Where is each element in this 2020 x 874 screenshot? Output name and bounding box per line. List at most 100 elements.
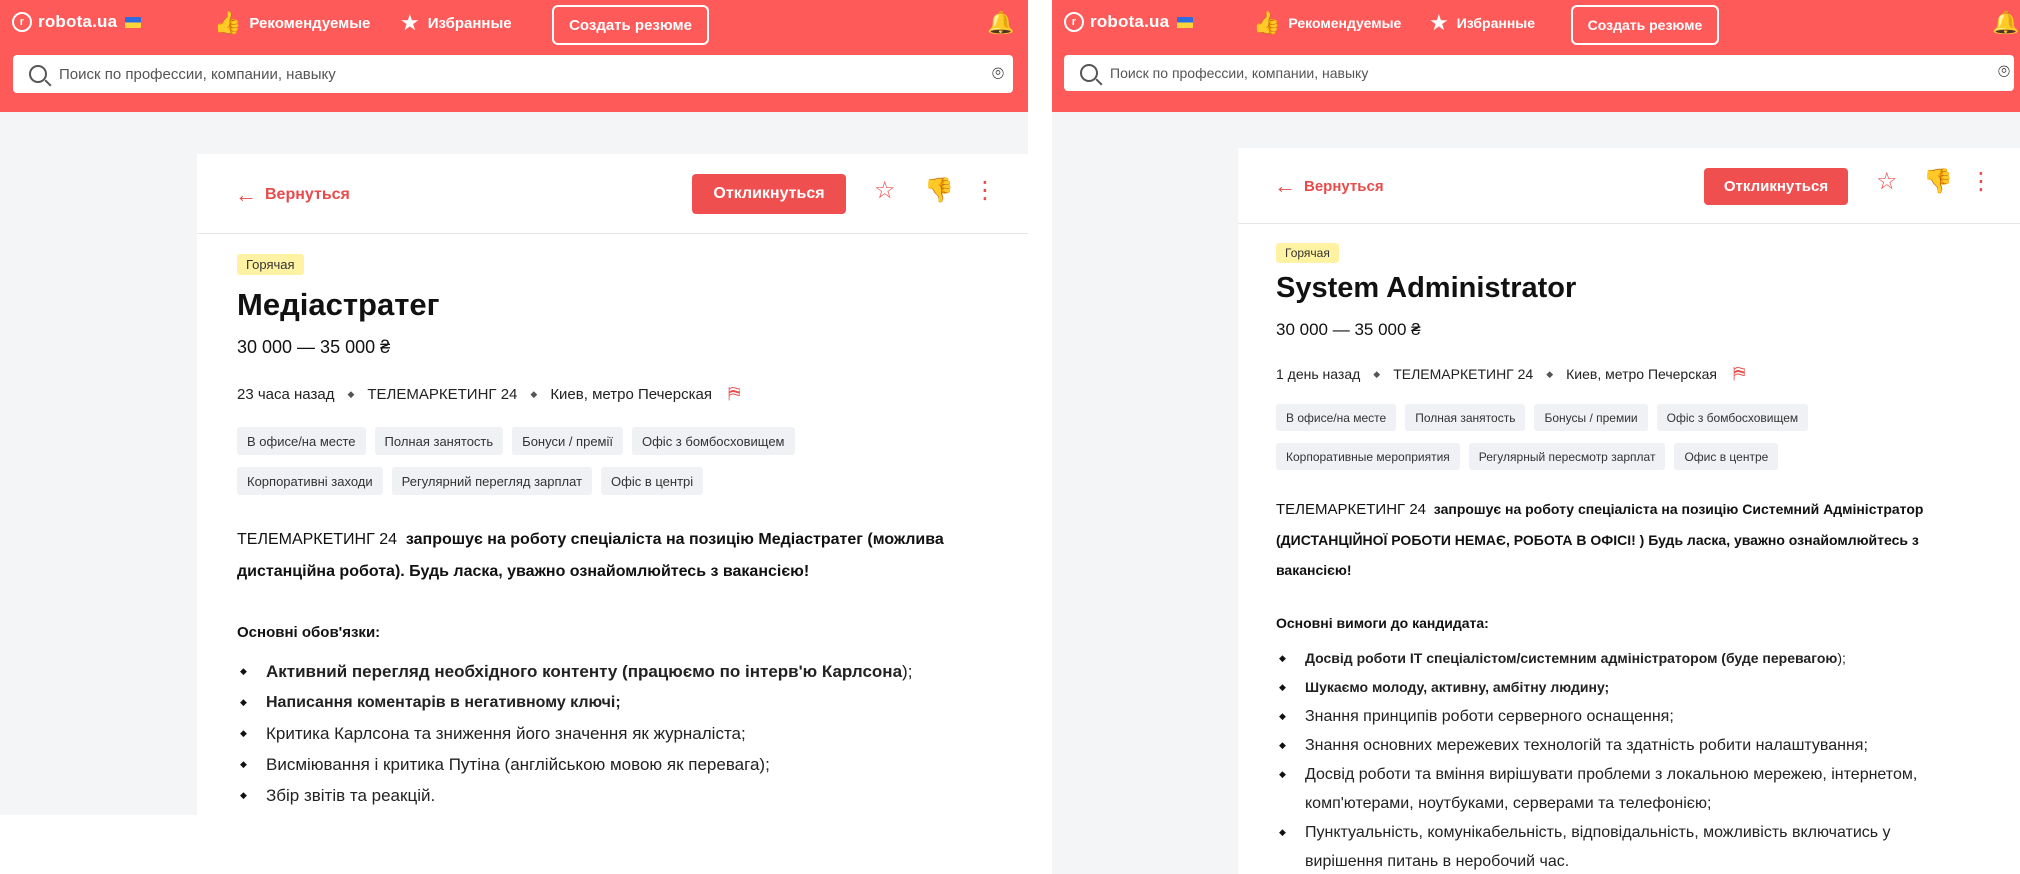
back-label: Вернуться [265,186,350,203]
list-item: Шукаємо молоду, активну, амбітну людину; [1276,673,2016,702]
list-item-text: Знання принципів роботи серверного оснащ… [1305,708,1674,725]
map-pin-icon[interactable]: ⛿ [1733,364,1745,384]
back-label: Вернуться [1304,177,1384,195]
separator-dot: ◆ [347,388,355,399]
company-link[interactable]: ТЕЛЕМАРКЕТИНГ 24 [367,386,517,403]
more-vertical-icon[interactable]: ⋮ [973,179,997,203]
vacancy-intro: ТЕЛЕМАРКЕТИНГ 24 запрошує на роботу спец… [237,524,1017,588]
left-screenshot: r robota.ua 👍 Рекомендуемые ★ Избранные … [0,0,1028,815]
vacancy-meta: 23 часа назад ◆ ТЕЛЕМАРКЕТИНГ 24 ◆ Киев,… [237,384,740,404]
list-item-text: Критика Карлсона та зниження його значен… [266,724,746,743]
location-pin-icon[interactable]: ⌾ [992,63,1010,85]
tag: Регулярный пересмотр зарплат [1468,443,1666,470]
location-pin-icon[interactable]: ⌾ [1998,61,2016,83]
list-item-text: вирішення питань в неробочий час. [1305,853,1570,870]
section-title: Основні обов'язки: [237,624,381,641]
list-item-text: комп'ютерами, ноутбуками, серверами та т… [1305,795,1712,812]
tag: Регулярний перегляд зарплат [391,467,593,495]
nav-favorites[interactable]: ★ Избранные [1429,12,1535,34]
tag: Полная занятость [374,427,504,455]
create-resume-button[interactable]: Создать резюме [1571,5,1719,45]
separator-dot: ◆ [1373,368,1381,379]
intro-text-line: вакансією! [1276,562,1352,578]
search-bar[interactable]: Поиск по профессии, компании, навыку ⌾ [1064,55,2014,91]
back-link[interactable]: ← Вернуться [235,184,350,206]
tag: Полная занятость [1405,404,1526,431]
search-input[interactable]: Поиск по профессии, компании, навыку [1110,65,1368,81]
company-link[interactable]: ТЕЛЕМАРКЕТИНГ 24 [1393,366,1533,382]
create-resume-button[interactable]: Создать резюме [552,5,709,45]
map-pin-icon[interactable]: ⛿ [728,384,740,404]
search-bar[interactable]: Поиск по профессии, компании, навыку ⌾ [13,55,1013,93]
thumbs-down-icon[interactable]: 👎 [1923,170,1953,194]
bell-icon[interactable]: 🔔 [987,10,1014,36]
vacancy-card: ← Вернуться Откликнуться ☆ 👎 ⋮ Горячая М… [197,154,1028,815]
intro-text-line: запрошує на роботу спеціаліста на позиці… [1433,501,1924,517]
thumbs-down-icon[interactable]: 👎 [924,179,954,203]
location-text: Киев, метро Печерская [1566,366,1717,382]
vacancy-toolbar: ← Вернуться Откликнуться ☆ 👎 ⋮ [1238,148,2020,224]
nav-recommended[interactable]: 👍 Рекомендуемые [1253,12,1401,34]
topbar: r robota.ua 👍 Рекомендуемые ★ Избранные … [1052,0,2020,48]
list-item-bold: Активний перегляд необхідного контенту (… [266,662,903,681]
tag: В офисе/на месте [1276,404,1397,431]
back-link[interactable]: ← Вернуться [1274,175,1384,197]
star-icon: ★ [1429,10,1449,35]
list-item-text: Досвід роботи та вміння вирішувати пробл… [1305,766,1918,783]
header: r robota.ua 👍 Рекомендуемые ★ Избранные … [0,0,1028,112]
robota-logo-icon: r [12,12,32,32]
posted-time: 23 часа назад [237,385,335,403]
star-outline-icon[interactable]: ☆ [874,179,896,203]
location-text: Киев, метро Печерская [550,385,712,403]
list-item-text: Висміювання і критика Путіна (англійсько… [266,755,770,774]
list-item-text: ); [1837,650,1846,666]
section-title: Основні вимоги до кандидата: [1276,615,1489,631]
nav-favorites[interactable]: ★ Избранные [400,12,512,34]
apply-button[interactable]: Откликнуться [692,174,846,214]
separator-dot: ◆ [1546,368,1554,379]
nav-recommended-label: Рекомендуемые [249,14,371,32]
logo[interactable]: r robota.ua [12,12,142,32]
more-vertical-icon[interactable]: ⋮ [1969,170,1993,194]
posted-time: 1 день назад [1276,366,1361,382]
salary: 30 000 — 35 000 ₴ [237,337,391,357]
robota-logo-icon: r [1064,12,1084,32]
responsibilities-list: Активний перегляд необхідного контенту (… [237,656,1017,811]
ukraine-flag-icon [1177,16,1194,28]
search-icon [1080,64,1098,82]
thumbs-up-icon: 👍 [1253,10,1281,35]
list-item-text: ); [902,662,913,681]
vacancy-card: ← Вернуться Откликнуться ☆ 👎 ⋮ Горячая S… [1238,148,2020,874]
tag: Офіс в центрі [601,467,704,495]
list-item: Написання коментарів в негативному ключі… [237,687,1017,718]
list-item: Досвід роботи IT спеціалістом/системним … [1276,644,2016,673]
ukraine-flag-icon [125,16,142,28]
intro-text-line: (ДИСТАНЦІЙНОЇ РОБОТИ НЕМАЄ, РОБОТА В ОФІ… [1276,532,1919,548]
tag: Офис в центре [1674,443,1779,470]
star-icon: ★ [400,10,420,35]
hot-badge: Горячая [237,254,304,275]
tag-list: В офисе/на месте Полная занятость Бонуси… [237,427,877,507]
tag: Офіс з бомбосховищем [1656,404,1809,431]
star-outline-icon[interactable]: ☆ [1876,170,1898,194]
hot-badge: Горячая [1276,243,1339,263]
list-item: Пунктуальність, комунікабельність, відпо… [1276,818,2016,874]
bell-icon[interactable]: 🔔 [1992,10,2019,36]
vacancy-title: System Administrator [1276,272,1577,304]
list-item-text: Знання основних мережевих технологій та … [1305,737,1868,754]
tag: Корпоративные мероприятия [1276,443,1460,470]
list-item-bold: Написання коментарів в негативному ключі… [266,694,621,711]
intro-text-line: дистанційна робота). Будь ласка, уважно … [237,563,810,580]
vacancy-title: Медіастратег [237,287,440,322]
logo[interactable]: r robota.ua [1064,12,1194,32]
search-input[interactable]: Поиск по профессии, компании, навыку [59,66,336,83]
vacancy-toolbar: ← Вернуться Откликнуться ☆ 👎 ⋮ [197,154,1028,234]
list-item: Висміювання і критика Путіна (англійсько… [237,749,1017,780]
logo-text: robota.ua [1090,12,1170,31]
apply-button[interactable]: Откликнуться [1704,168,1848,205]
intro-company: ТЕЛЕМАРКЕТИНГ 24 [1276,501,1427,518]
nav-recommended[interactable]: 👍 Рекомендуемые [214,12,370,34]
thumbs-up-icon: 👍 [214,10,242,35]
list-item: Критика Карлсона та зниження його значен… [237,718,1017,749]
list-item-text: Пунктуальність, комунікабельність, відпо… [1305,824,1891,841]
